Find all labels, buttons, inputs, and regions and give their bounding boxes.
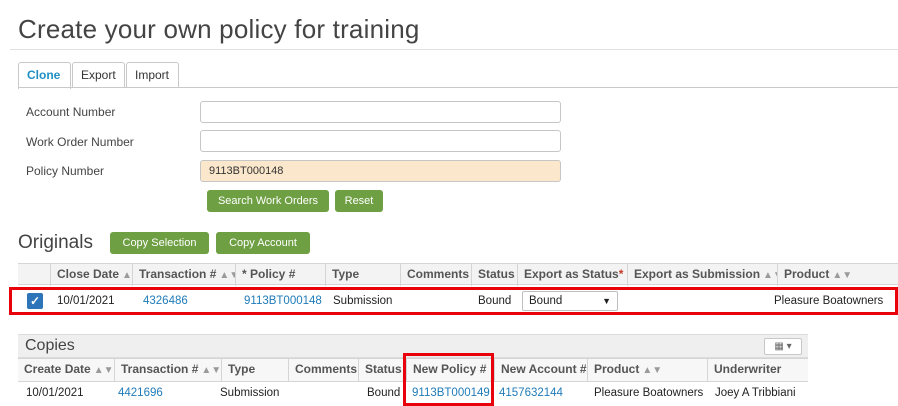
reset-button[interactable]: Reset — [335, 190, 383, 212]
column-close-date[interactable]: Close Date▲▼ — [50, 264, 132, 286]
column-transaction[interactable]: Transaction #▲▼ — [114, 359, 221, 381]
row-checkbox[interactable]: ✓ — [27, 293, 43, 309]
sort-icon: ▲▼ — [201, 365, 221, 376]
column-underwriter[interactable]: Underwriter — [707, 359, 808, 381]
sort-icon: ▲▼ — [832, 270, 853, 281]
copy-account-button[interactable]: Copy Account — [216, 232, 310, 254]
search-work-orders-button[interactable]: Search Work Orders — [207, 190, 329, 212]
column-export-as-status[interactable]: Export as Status* — [517, 264, 627, 286]
sort-icon: ▲▼ — [122, 270, 132, 281]
tab-import[interactable]: Import — [126, 62, 179, 88]
transaction-link[interactable]: 4326486 — [143, 295, 188, 307]
status-cell: Bound — [478, 295, 512, 307]
type-cell: Submission — [333, 295, 393, 307]
type-cell: Submission — [220, 387, 280, 399]
title-divider — [10, 49, 898, 50]
chevron-down-icon: ▼ — [602, 296, 611, 306]
transaction-link[interactable]: 4421696 — [118, 387, 163, 399]
tab-divider — [18, 87, 898, 88]
policy-number-label: Policy Number — [26, 164, 105, 178]
sort-icon: ▲▼ — [93, 365, 114, 376]
new-policy-highlight — [403, 353, 494, 406]
product-cell: Pleasure Boatowners — [774, 295, 884, 307]
column-product[interactable]: Product ▲▼ — [777, 264, 887, 286]
page-title: Create your own policy for training — [18, 14, 420, 44]
column-status[interactable]: Status — [471, 264, 517, 286]
export-status-select[interactable]: Bound ▼ — [522, 291, 618, 311]
product-cell: Pleasure Boatowners — [594, 387, 704, 399]
column-comments[interactable]: Comments — [288, 359, 358, 381]
work-order-number-label: Work Order Number — [26, 135, 134, 149]
sort-icon: ▲▼ — [763, 270, 777, 281]
close-date-cell: 10/01/2021 — [57, 295, 115, 307]
column-status[interactable]: Status — [358, 359, 406, 381]
required-marker: * — [618, 267, 624, 281]
column-create-date[interactable]: Create Date ▲▼ — [18, 359, 114, 381]
status-cell: Bound — [367, 387, 401, 399]
column-export-as-submission[interactable]: Export as Submission▲▼ — [627, 264, 777, 286]
tab-export[interactable]: Export — [72, 62, 125, 88]
column-policy[interactable]: * Policy # — [235, 264, 325, 286]
create-date-cell: 10/01/2021 — [26, 387, 84, 399]
column-type[interactable]: Type — [221, 359, 288, 381]
policy-number-field[interactable] — [200, 160, 561, 182]
policy-link[interactable]: 9113BT000148 — [244, 295, 322, 307]
column-new-account[interactable]: New Account #▲▼ — [494, 359, 587, 381]
originals-title: Originals — [18, 232, 93, 253]
account-number-field[interactable] — [200, 101, 561, 123]
new-account-link[interactable]: 4157632144 — [499, 387, 563, 399]
account-number-label: Account Number — [26, 105, 116, 119]
underwriter-cell: Joey A Tribbiani — [715, 387, 796, 399]
column-type[interactable]: Type — [325, 264, 400, 286]
work-order-number-field[interactable] — [200, 130, 561, 152]
table-row[interactable]: ✓ 10/01/2021 4326486 9113BT000148 Submis… — [18, 290, 898, 312]
column-transaction[interactable]: Transaction #▲▼ — [132, 264, 235, 286]
column-comments[interactable]: Comments — [400, 264, 471, 286]
grid-menu-icon[interactable]: ▦ ▾ — [764, 338, 802, 355]
sort-icon: ▲▼ — [642, 365, 663, 376]
tab-clone[interactable]: Clone — [18, 62, 71, 89]
copy-selection-button[interactable]: Copy Selection — [110, 232, 209, 254]
copies-title: Copies — [25, 337, 75, 354]
column-product[interactable]: Product ▲▼ — [587, 359, 707, 381]
check-icon: ✓ — [29, 294, 41, 308]
sort-icon: ▲▼ — [219, 270, 235, 281]
originals-grid-header: Close Date▲▼ Transaction #▲▼ * Policy # … — [18, 263, 898, 286]
